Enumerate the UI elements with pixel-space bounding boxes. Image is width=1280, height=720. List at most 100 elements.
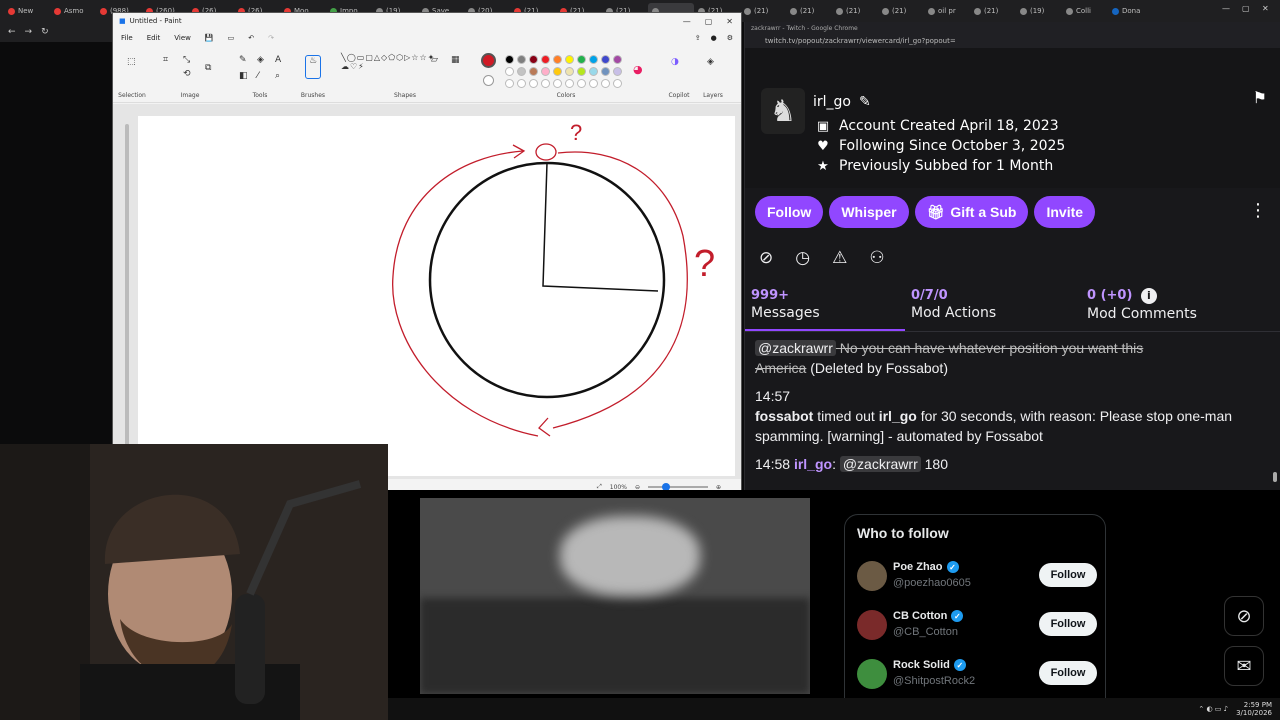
follow-button[interactable]: Follow bbox=[755, 196, 824, 228]
browser-tab[interactable]: (21) bbox=[832, 3, 878, 19]
paint-close-icon[interactable]: ✕ bbox=[726, 17, 733, 26]
color-swatch[interactable] bbox=[565, 79, 574, 88]
color-swatch[interactable] bbox=[541, 67, 550, 76]
flag-icon[interactable]: ⚑ bbox=[1253, 88, 1267, 107]
shape-fill-icon[interactable]: ▦ bbox=[451, 55, 460, 65]
tab-messages[interactable]: 999+ Messages bbox=[751, 288, 820, 321]
tray-icons[interactable]: ⌃ ◐ ▭ ♪ bbox=[1198, 705, 1228, 713]
tab-mod-actions[interactable]: 0/7/0 Mod Actions bbox=[911, 288, 996, 321]
twitch-url-bar[interactable]: twitch.tv/popout/zackrawrr/viewercard/ir… bbox=[745, 34, 1280, 48]
avatar[interactable] bbox=[857, 610, 887, 640]
suggestion-name[interactable]: Rock Solid bbox=[893, 659, 950, 671]
follow-suggestion[interactable]: CB Cotton ✓ @CB_Cotton Follow bbox=[857, 606, 1097, 646]
color-swatch[interactable] bbox=[589, 55, 598, 64]
color-picker-icon[interactable]: ⁄ bbox=[257, 71, 259, 81]
primary-color-swatch[interactable] bbox=[481, 53, 496, 68]
follow-suggestion[interactable]: Rock Solid ✓ @ShitpostRock2 Follow bbox=[857, 655, 1097, 695]
share-icon[interactable]: ⇪ bbox=[695, 34, 701, 42]
color-swatch[interactable] bbox=[565, 67, 574, 76]
color-swatch[interactable] bbox=[517, 67, 526, 76]
suggestion-name[interactable]: Poe Zhao bbox=[893, 561, 943, 573]
mention-chip[interactable]: @zackrawrr bbox=[755, 340, 836, 356]
magnifier-icon[interactable]: ⌕ bbox=[275, 71, 280, 81]
fill-icon[interactable]: ◈ bbox=[257, 55, 264, 65]
selection-group[interactable]: ⬚ Selection bbox=[117, 51, 147, 103]
eraser-icon[interactable]: ◧ bbox=[239, 71, 248, 81]
follow-suggestion[interactable]: Poe Zhao ✓ @poezhao0605 Follow bbox=[857, 557, 1097, 597]
pencil-icon[interactable]: ✎ bbox=[239, 55, 247, 65]
color-swatch[interactable] bbox=[613, 79, 622, 88]
account-icon[interactable]: ● bbox=[711, 34, 717, 42]
crop-icon[interactable]: ⌗ bbox=[163, 55, 168, 65]
layers-group[interactable]: ◈ Layers bbox=[693, 51, 733, 103]
timeout-user[interactable]: irl_go bbox=[879, 408, 917, 424]
suggestion-follow-button[interactable]: Follow bbox=[1039, 661, 1097, 685]
image-select-icon[interactable]: ⧉ bbox=[205, 63, 211, 73]
color-swatch[interactable] bbox=[577, 79, 586, 88]
color-swatch[interactable] bbox=[589, 67, 598, 76]
warn-icon[interactable]: ⚠ bbox=[832, 248, 847, 268]
color-swatch[interactable] bbox=[553, 79, 562, 88]
menu-view[interactable]: View bbox=[174, 34, 191, 42]
color-swatch[interactable] bbox=[589, 79, 598, 88]
color-swatch[interactable] bbox=[601, 55, 610, 64]
video-preview[interactable] bbox=[420, 498, 810, 694]
redo-icon[interactable]: ↷ bbox=[268, 34, 274, 42]
chat-scrollbar[interactable] bbox=[1273, 472, 1277, 482]
text-icon[interactable]: A bbox=[275, 55, 281, 65]
image-group[interactable]: ⌗ ⤡ ⟲ ⧉ Image bbox=[157, 51, 223, 103]
copilot-icon[interactable]: ◑ bbox=[671, 57, 679, 67]
paint-maximize-icon[interactable]: ▢ bbox=[705, 17, 713, 26]
menu-file[interactable]: File bbox=[121, 34, 133, 42]
browser-tab[interactable]: Dona bbox=[1108, 3, 1154, 19]
browser-tab[interactable]: (21) bbox=[878, 3, 924, 19]
gift-sub-button[interactable]: 🎁︎ Gift a Sub bbox=[914, 196, 1029, 228]
tab-mod-comments[interactable]: 0 (+0) i Mod Comments bbox=[1087, 288, 1197, 322]
color-swatch[interactable] bbox=[553, 55, 562, 64]
shapes-group[interactable]: ╲◯▭▢△◇⬠⬡▷☆☆✦☁♡⚡ ▱ ▦ Shapes bbox=[339, 51, 471, 103]
color-swatch[interactable] bbox=[541, 55, 550, 64]
timeout-icon[interactable]: ◷ bbox=[795, 248, 810, 268]
color-swatch[interactable] bbox=[613, 67, 622, 76]
color-swatch[interactable] bbox=[601, 67, 610, 76]
settings-icon[interactable]: ⚙ bbox=[727, 34, 733, 42]
more-options-icon[interactable]: ⋮ bbox=[1249, 200, 1267, 221]
message-mention[interactable]: @zackrawrr bbox=[839, 456, 921, 472]
color-swatch[interactable] bbox=[517, 55, 526, 64]
menu-edit[interactable]: Edit bbox=[147, 34, 161, 42]
viewer-username[interactable]: irl_go bbox=[813, 94, 851, 110]
suggestion-follow-button[interactable]: Follow bbox=[1039, 612, 1097, 636]
messages-icon[interactable]: ✉ bbox=[1224, 646, 1264, 686]
reload-icon[interactable]: ↻ bbox=[41, 27, 49, 37]
color-swatch[interactable] bbox=[505, 67, 514, 76]
undo-icon[interactable]: ↶ bbox=[248, 34, 254, 42]
color-swatch[interactable] bbox=[529, 79, 538, 88]
color-swatch[interactable] bbox=[505, 55, 514, 64]
color-swatch[interactable] bbox=[529, 67, 538, 76]
message-username[interactable]: irl_go bbox=[794, 456, 832, 472]
paint-minimize-icon[interactable]: — bbox=[683, 17, 691, 26]
avatar[interactable]: ♞ bbox=[761, 88, 805, 134]
color-swatch[interactable] bbox=[505, 79, 514, 88]
forward-icon[interactable]: → bbox=[25, 27, 33, 37]
save-icon[interactable]: 💾 bbox=[205, 34, 214, 42]
color-swatch[interactable] bbox=[577, 55, 586, 64]
grok-icon[interactable]: ⊘ bbox=[1224, 596, 1264, 636]
brushes-group[interactable]: ♨ Brushes bbox=[299, 51, 327, 103]
color-swatch[interactable] bbox=[601, 79, 610, 88]
avatar[interactable] bbox=[857, 561, 887, 591]
color-swatch[interactable] bbox=[517, 79, 526, 88]
brush-icon[interactable]: ♨ bbox=[305, 55, 321, 79]
ban-icon[interactable]: ⊘ bbox=[759, 248, 773, 268]
zoom-vertical-slider[interactable] bbox=[125, 124, 129, 454]
zoom-slider[interactable] bbox=[647, 483, 708, 491]
whisper-button[interactable]: Whisper bbox=[829, 196, 909, 228]
back-icon[interactable]: ← bbox=[8, 27, 16, 37]
open-icon[interactable]: ▭ bbox=[228, 34, 235, 42]
info-icon[interactable]: i bbox=[1140, 288, 1157, 304]
tools-group[interactable]: ✎ ◈ A ◧ ⁄ ⌕ Tools bbox=[231, 51, 289, 103]
shape-outline-icon[interactable]: ▱ bbox=[431, 55, 438, 65]
resize-icon[interactable]: ⤡ bbox=[183, 55, 190, 65]
close-icon[interactable]: ✕ bbox=[1262, 4, 1269, 13]
add-mod-icon[interactable]: ⚇ bbox=[869, 248, 884, 268]
